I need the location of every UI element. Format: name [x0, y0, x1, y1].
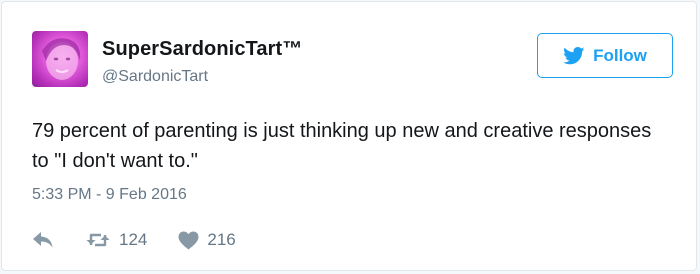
- tweet-timestamp[interactable]: 5:33 PM - 9 Feb 2016: [32, 186, 187, 204]
- heart-icon: [178, 231, 199, 249]
- display-name[interactable]: SuperSardonicTart™: [102, 38, 302, 61]
- follow-button[interactable]: Follow: [537, 33, 673, 78]
- follow-button-label: Follow: [593, 45, 647, 65]
- retweet-button[interactable]: 124: [85, 230, 147, 250]
- reply-icon: [33, 232, 53, 248]
- retweet-icon: [86, 233, 110, 247]
- twitter-bird-icon: [563, 46, 585, 64]
- tweet-text: 79 percent of parenting is just thinking…: [32, 120, 652, 172]
- like-button[interactable]: 216: [178, 230, 236, 250]
- avatar[interactable]: [32, 31, 88, 87]
- tweet-card: SuperSardonicTart™ @SardonicTart Follow …: [1, 1, 697, 271]
- retweet-count: 124: [119, 230, 148, 249]
- user-handle[interactable]: @SardonicTart: [102, 68, 208, 86]
- like-count: 216: [207, 230, 236, 249]
- tweet-actions: 124 216: [32, 228, 236, 252]
- reply-button[interactable]: [32, 231, 54, 249]
